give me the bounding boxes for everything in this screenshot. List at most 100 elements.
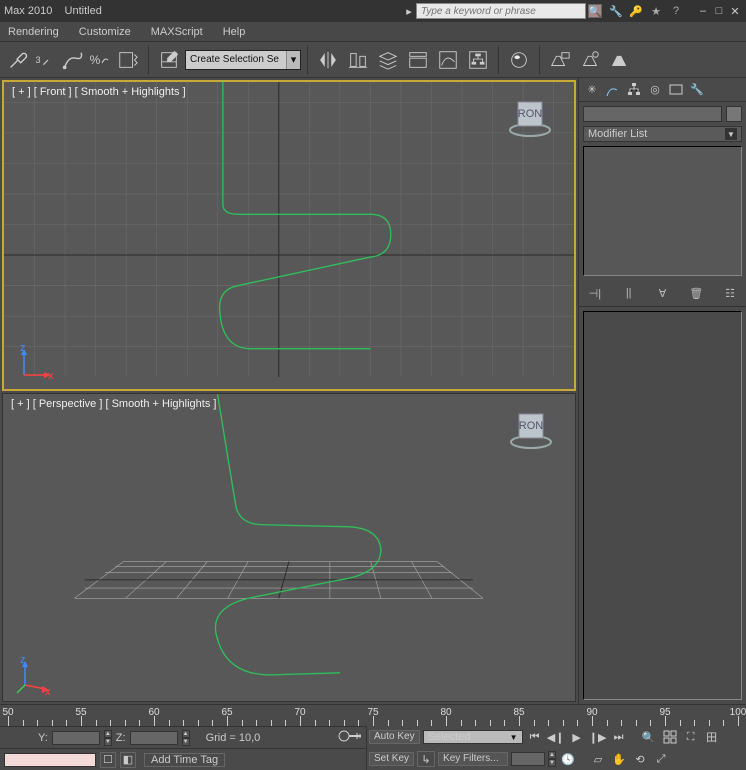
communication-center-icon[interactable]: 🔧 xyxy=(608,3,624,19)
current-frame-input[interactable] xyxy=(511,752,545,766)
grid-perspective xyxy=(3,394,575,690)
help-icon[interactable]: ? xyxy=(668,3,684,19)
coord-y-spinner[interactable]: ▲▼ xyxy=(104,730,112,746)
tab-motion-icon[interactable]: ◎ xyxy=(646,81,664,99)
search-dropdown-icon[interactable]: ▸ xyxy=(404,4,414,18)
viewport-area: [ + ] [ Front ] [ Smooth + Highlights ] … xyxy=(0,78,578,704)
tab-display-icon[interactable] xyxy=(667,81,685,99)
viewport-perspective-label[interactable]: [ + ] [ Perspective ] [ Smooth + Highlig… xyxy=(11,398,216,410)
edit-named-selection-icon[interactable] xyxy=(155,46,183,74)
prompt-toggle-icon[interactable]: ☐ xyxy=(100,752,116,768)
orbit-icon[interactable]: ⟲ xyxy=(631,751,649,767)
select-link-icon[interactable] xyxy=(4,46,32,74)
modifier-stack[interactable] xyxy=(583,146,742,276)
key-mode-toggle-icon[interactable]: ↳ xyxy=(417,751,435,767)
spinner-snap-icon[interactable] xyxy=(114,46,142,74)
menu-maxscript[interactable]: MAXScript xyxy=(151,26,203,38)
next-frame-icon[interactable]: ❙▶ xyxy=(589,729,607,745)
layer-manager-icon[interactable] xyxy=(374,46,402,74)
close-button[interactable]: ✕ xyxy=(728,4,742,18)
maximize-viewport-icon[interactable]: ⤢ xyxy=(652,751,670,767)
svg-text:x: x xyxy=(48,370,54,382)
key-filters-button[interactable]: Key Filters... xyxy=(438,752,508,766)
spline-front xyxy=(220,82,391,349)
tab-create-icon[interactable]: ✳ xyxy=(583,81,601,99)
search-go-icon[interactable]: 🔍 xyxy=(588,4,602,18)
prev-frame-icon[interactable]: ◀❙ xyxy=(547,729,565,745)
modifier-list-dropdown[interactable]: Modifier List ▼ xyxy=(583,126,742,142)
viewport-front[interactable]: [ + ] [ Front ] [ Smooth + Highlights ] … xyxy=(2,80,576,391)
object-name-input[interactable] xyxy=(583,106,722,122)
configure-sets-icon[interactable]: ☷ xyxy=(721,284,739,302)
align-icon[interactable] xyxy=(344,46,372,74)
main-toolbar: 3 % Create Selection Se ▾ xyxy=(0,42,746,78)
axis-gizmo-perspective: zx xyxy=(15,655,55,695)
named-selection-text: Create Selection Se xyxy=(186,54,286,65)
pan-icon[interactable]: ✋ xyxy=(610,751,628,767)
viewport-perspective[interactable]: [ + ] [ Perspective ] [ Smooth + Highlig… xyxy=(2,393,576,702)
unlink-icon[interactable]: 3 xyxy=(34,46,56,74)
coord-z-input[interactable] xyxy=(130,731,178,745)
menu-help[interactable]: Help xyxy=(223,26,246,38)
show-end-result-icon[interactable]: || xyxy=(620,284,638,302)
chevron-down-icon[interactable]: ▾ xyxy=(286,51,300,69)
add-time-tag-button[interactable]: Add Time Tag xyxy=(144,753,225,767)
time-config-icon[interactable]: 🕓 xyxy=(559,751,577,767)
maximize-button[interactable]: □ xyxy=(712,4,726,18)
zoom-all-icon[interactable] xyxy=(661,729,679,745)
tab-utilities-icon[interactable]: 🔧 xyxy=(688,81,706,99)
named-selection-dropdown[interactable]: Create Selection Se ▾ xyxy=(185,50,301,70)
menu-customize[interactable]: Customize xyxy=(79,26,131,38)
search-input[interactable] xyxy=(416,3,586,19)
make-unique-icon[interactable]: ∀ xyxy=(653,284,671,302)
render-production-icon[interactable] xyxy=(606,46,634,74)
help-search: ▸ 🔍 xyxy=(404,3,602,19)
tab-hierarchy-icon[interactable] xyxy=(625,81,643,99)
render-setup-icon[interactable] xyxy=(546,46,574,74)
grid-readout: Grid = 10,0 xyxy=(206,732,261,744)
play-icon[interactable]: ▶ xyxy=(568,729,586,745)
auto-key-button[interactable]: Auto Key xyxy=(369,730,420,744)
pin-stack-icon[interactable]: ⊣| xyxy=(586,284,604,302)
curve-editor-icon[interactable] xyxy=(434,46,462,74)
goto-start-icon[interactable]: ⏮ xyxy=(526,729,544,745)
tick-label: 90 xyxy=(586,707,597,718)
fov-icon[interactable]: ▱ xyxy=(589,751,607,767)
coord-z-spinner[interactable]: ▲▼ xyxy=(182,730,190,746)
zoom-extents-icon[interactable]: ⛶ xyxy=(682,729,700,745)
material-editor-icon[interactable] xyxy=(505,46,533,74)
coord-y-input[interactable] xyxy=(52,731,100,745)
viewcube-front[interactable]: FRONT xyxy=(506,92,554,140)
rendered-frame-icon[interactable] xyxy=(576,46,604,74)
mirror-icon[interactable] xyxy=(314,46,342,74)
menu-rendering[interactable]: Rendering xyxy=(8,26,59,38)
current-frame-spinner[interactable]: ▲▼ xyxy=(548,751,556,767)
subscription-icon[interactable]: 🔑 xyxy=(628,3,644,19)
time-slider-ruler[interactable]: 50556065707580859095100 xyxy=(0,704,746,726)
goto-end-icon[interactable]: ⏭ xyxy=(610,729,628,745)
chevron-down-icon[interactable]: ▼ xyxy=(725,128,737,140)
viewport-front-label[interactable]: [ + ] [ Front ] [ Smooth + Highlights ] xyxy=(12,86,186,98)
viewcube-perspective[interactable]: FRONT xyxy=(507,404,555,452)
tick-label: 80 xyxy=(440,707,451,718)
bind-spacewarp-icon[interactable] xyxy=(58,46,86,74)
key-filter-selected-dropdown[interactable]: Selected▼ xyxy=(423,730,523,744)
set-key-button[interactable]: Set Key xyxy=(369,752,414,766)
minimize-button[interactable]: – xyxy=(696,4,710,18)
time-tag-icon[interactable]: ◧ xyxy=(120,752,136,768)
object-color-swatch[interactable] xyxy=(726,106,742,122)
rollout-area[interactable] xyxy=(583,311,742,700)
zoom-icon[interactable]: 🔍 xyxy=(640,729,658,745)
percent-snap-icon[interactable]: % xyxy=(88,46,112,74)
tick-label: 50 xyxy=(2,707,13,718)
axis-gizmo-front: zx xyxy=(16,343,56,383)
zoom-extents-all-icon[interactable]: 田 xyxy=(703,729,721,745)
graphite-ribbon-icon[interactable] xyxy=(404,46,432,74)
remove-modifier-icon[interactable]: 🗑 xyxy=(687,284,705,302)
schematic-view-icon[interactable] xyxy=(464,46,492,74)
favorites-icon[interactable]: ★ xyxy=(648,3,664,19)
tab-modify-icon[interactable] xyxy=(604,81,622,99)
selection-lock-icon[interactable] xyxy=(338,729,362,746)
maxscript-mini-listener[interactable] xyxy=(4,753,96,767)
svg-text:z: z xyxy=(20,343,26,354)
